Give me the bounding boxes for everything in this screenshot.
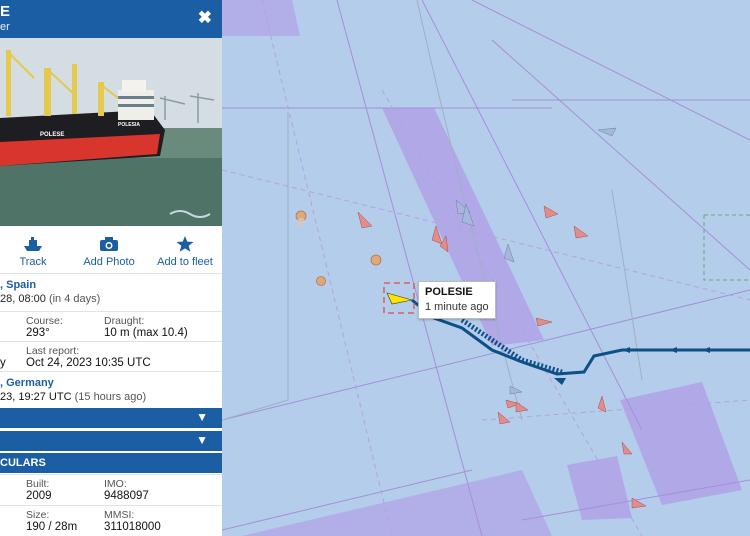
vessel-type: er — [0, 21, 10, 33]
tooltip-vessel-name: POLESIE — [425, 286, 473, 298]
course-label: Course: — [26, 315, 63, 327]
status-partial: y — [0, 357, 6, 369]
vessel-name: E — [0, 3, 11, 20]
last-report-label: Last report: — [26, 345, 80, 357]
origin-row: , Germany 23, 19:27 UTC (15 hours ago) — [0, 371, 222, 406]
size-value: 190 / 28m — [26, 521, 78, 533]
mmsi-label: MMSI: — [104, 509, 135, 521]
built-imo-row: Built: 2009 IMO: 9488097 — [0, 474, 222, 505]
draught-value: 10 m (max 10.4) — [104, 327, 188, 339]
draught-label: Draught: — [104, 315, 145, 327]
selected-vessel-marker[interactable] — [386, 292, 413, 305]
course-value: 293° — [26, 327, 50, 339]
track-label: Track — [19, 256, 47, 268]
last-report-value: Oct 24, 2023 10:35 UTC — [26, 357, 151, 369]
vessel-info-panel: E er ✖ POLESE POLESIA Track Add Photo Ad… — [0, 0, 223, 536]
ship-icon — [14, 236, 52, 254]
panel-header: E er ✖ — [0, 0, 222, 38]
particulars-title: CULARS — [0, 457, 46, 469]
imo-value: 9488097 — [104, 490, 149, 502]
chevron-down-icon: ▼ — [196, 410, 208, 424]
separation-zone — [242, 470, 552, 536]
destination-eta-time: 28, 08:00 — [0, 293, 46, 305]
destination-row: , Spain 28, 08:00 (in 4 days) — [0, 273, 222, 312]
star-icon — [154, 236, 216, 254]
destination-eta-relative: (in 4 days) — [48, 293, 101, 305]
action-bar: Track Add Photo Add to fleet — [0, 232, 222, 272]
add-photo-label: Add Photo — [83, 256, 135, 268]
chevron-down-icon: ▼ — [196, 433, 208, 447]
tooltip-last-seen: 1 minute ago — [425, 301, 489, 313]
mmsi-value: 311018000 — [104, 521, 161, 533]
origin-time-relative: (15 hours ago) — [74, 391, 147, 403]
add-to-fleet-label: Add to fleet — [157, 256, 213, 268]
origin-time: 23, 19:27 UTC (15 hours ago) — [0, 391, 146, 403]
collapsible-section-2[interactable]: ▼ — [0, 431, 222, 451]
vessel-tooltip: POLESIE 1 minute ago — [418, 281, 496, 319]
size-label: Size: — [26, 509, 50, 521]
origin-time-value: 23, 19:27 UTC — [0, 391, 72, 403]
track-button[interactable]: Track — [14, 236, 52, 268]
built-label: Built: — [26, 478, 50, 490]
map-layer — [222, 0, 750, 536]
anchorage-boundary — [703, 214, 750, 281]
vessel-photo[interactable]: POLESE POLESIA — [0, 38, 222, 226]
add-photo-button[interactable]: Add Photo — [80, 236, 138, 268]
particulars-header: CULARS — [0, 453, 222, 473]
origin-port[interactable]: , Germany — [0, 377, 54, 389]
separation-zone — [222, 0, 300, 36]
destination-eta: 28, 08:00 (in 4 days) — [0, 293, 100, 305]
map-canvas[interactable]: POLESIE 1 minute ago — [222, 0, 750, 536]
photo-hull-name: POLESIA — [118, 122, 140, 128]
camera-icon — [80, 236, 138, 254]
photo-bow-name: POLESE — [40, 132, 64, 138]
course-draught-row: Course: 293° Draught: 10 m (max 10.4) — [0, 311, 222, 342]
close-icon[interactable]: ✖ — [198, 8, 212, 28]
destination-port[interactable]: , Spain — [0, 279, 36, 291]
last-report-row: y Last report: Oct 24, 2023 10:35 UTC — [0, 341, 222, 372]
add-to-fleet-button[interactable]: Add to fleet — [154, 236, 216, 268]
built-value: 2009 — [26, 490, 52, 502]
collapsible-section-1[interactable]: ▼ — [0, 408, 222, 428]
imo-label: IMO: — [104, 478, 127, 490]
size-mmsi-row: Size: 190 / 28m MMSI: 311018000 — [0, 505, 222, 536]
separation-zone — [620, 382, 742, 505]
